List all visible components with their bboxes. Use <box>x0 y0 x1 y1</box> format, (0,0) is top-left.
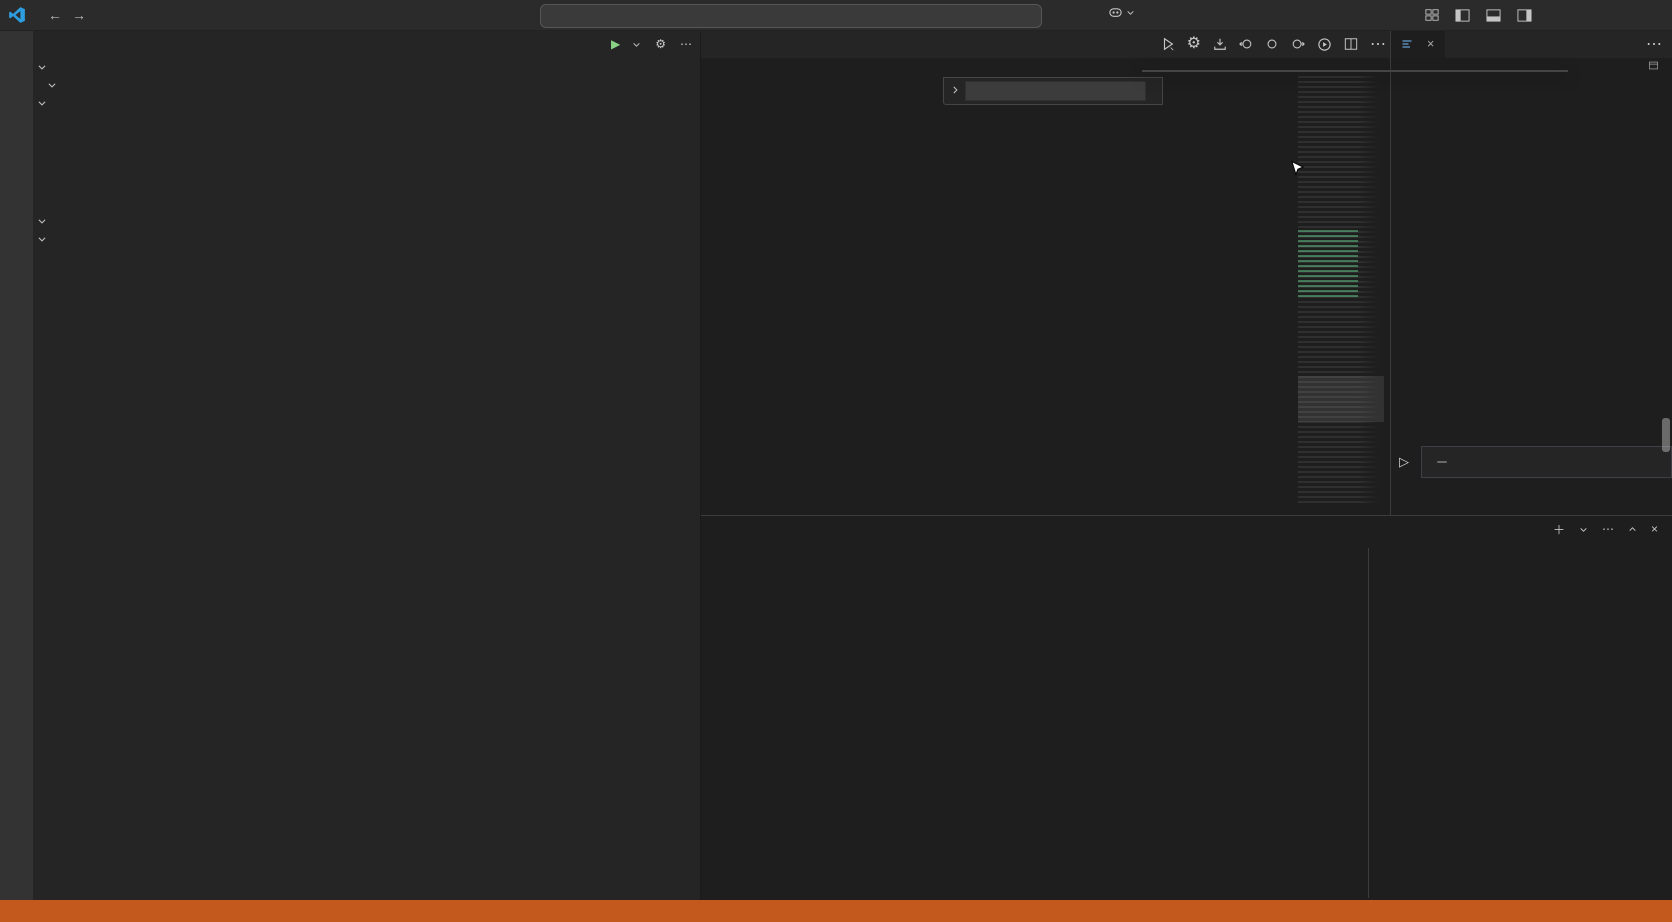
minimap-slider[interactable] <box>1298 376 1384 422</box>
terminal-sessions-list <box>1372 548 1672 898</box>
interactive-input[interactable]: ▷ <box>1395 445 1672 479</box>
split-editor-icon[interactable] <box>1344 37 1358 51</box>
more-actions-icon[interactable]: ⋯ <box>1646 30 1672 58</box>
more-actions-icon[interactable]: ⋯ <box>1602 522 1614 536</box>
find-input[interactable] <box>965 81 1146 101</box>
close-icon[interactable]: × <box>1427 37 1434 51</box>
install-icon[interactable] <box>1213 37 1227 51</box>
toggle-secondary-sidebar-icon[interactable] <box>1517 8 1532 23</box>
interactive-window-icon <box>1401 38 1413 50</box>
start-debug-icon[interactable]: ▶ <box>611 37 620 51</box>
watch-list <box>33 112 700 212</box>
breakpoints-section-header[interactable] <box>33 230 700 248</box>
customize-layout-icon[interactable] <box>1425 8 1439 22</box>
status-bar <box>0 900 1672 922</box>
locals-scope-header[interactable] <box>33 76 700 94</box>
terminal-output[interactable] <box>712 548 1360 898</box>
debug-hover-popup <box>1142 70 1568 72</box>
layout-controls <box>1425 0 1532 30</box>
toggle-panel-icon[interactable] <box>1486 8 1501 23</box>
window-icon <box>1648 60 1659 71</box>
watch-section-header[interactable] <box>33 94 700 112</box>
bottom-panel: ＋ ⋯ × <box>700 515 1672 900</box>
find-expand-icon[interactable] <box>950 82 960 100</box>
callstack-section-header[interactable] <box>33 212 700 230</box>
editor-group-interactive: × ⋯ ▷ <box>1391 30 1672 515</box>
minimap[interactable] <box>1298 76 1384 505</box>
tab-interactive[interactable]: × <box>1391 30 1445 58</box>
vscode-window: ← → ▶ <box>0 0 1672 922</box>
gear-icon[interactable]: ⚙ <box>1187 36 1201 52</box>
variables-section-header[interactable] <box>33 58 700 76</box>
chevron-down-icon <box>47 80 57 90</box>
debug-run-menu-icon[interactable] <box>1161 37 1175 51</box>
command-center[interactable] <box>540 4 1042 28</box>
code-editor[interactable] <box>700 76 1390 515</box>
toggle-sidebar-icon[interactable] <box>1455 8 1470 23</box>
copilot-icon <box>1108 5 1123 20</box>
chevron-down-icon <box>37 216 47 226</box>
nav-back-circle-icon[interactable] <box>1239 37 1253 51</box>
mouse-cursor <box>1288 160 1307 184</box>
history-nav: ← → <box>48 8 86 22</box>
debug-launch-picker[interactable]: ▶ ⚙ ⋯ <box>611 37 692 51</box>
copilot-menu[interactable] <box>1108 5 1135 20</box>
maximize-panel-icon[interactable] <box>1628 525 1637 534</box>
scrollbar[interactable] <box>1662 418 1670 452</box>
close-panel-icon[interactable]: × <box>1651 522 1658 536</box>
chevron-down-icon[interactable] <box>1579 525 1588 534</box>
enter-key-chip <box>1437 461 1447 463</box>
run-file-icon[interactable] <box>1317 37 1332 52</box>
title-bar: ← → <box>0 0 1672 31</box>
sidebar-header: ▶ ⚙ ⋯ <box>33 30 700 58</box>
circle-icon[interactable] <box>1265 37 1279 51</box>
nav-back-icon[interactable]: ← <box>48 8 62 22</box>
editor-group-main: ⚙ ⋯ <box>700 30 1391 515</box>
breadcrumb <box>700 58 1390 76</box>
more-actions-icon[interactable]: ⋯ <box>1370 34 1386 54</box>
chevron-down-icon <box>37 234 47 244</box>
terminal-splitter[interactable] <box>1368 548 1369 898</box>
editor-actions: ⚙ ⋯ <box>1161 30 1386 58</box>
chevron-down-icon <box>37 62 47 72</box>
nav-forward-icon[interactable]: → <box>72 8 86 22</box>
editor-area: ⚙ ⋯ <box>700 30 1672 515</box>
chevron-down-icon <box>37 98 47 108</box>
more-actions-icon[interactable]: ⋯ <box>680 37 692 51</box>
nav-forward-circle-icon[interactable] <box>1291 37 1305 51</box>
gear-icon[interactable]: ⚙ <box>655 38 666 50</box>
run-cell-icon[interactable]: ▷ <box>1395 454 1413 470</box>
vscode-logo-icon <box>8 6 26 24</box>
activity-bar <box>0 30 33 900</box>
run-and-debug-sidebar: ▶ ⚙ ⋯ <box>33 30 701 900</box>
panel-actions: ＋ ⋯ × <box>1553 516 1658 542</box>
new-terminal-icon[interactable]: ＋ <box>1553 521 1565 538</box>
window-controls <box>1560 0 1620 30</box>
interactive-tabs: × ⋯ <box>1391 30 1672 58</box>
kernel-indicator[interactable] <box>1648 60 1664 71</box>
find-widget <box>943 77 1163 105</box>
chevron-down-icon <box>1126 8 1135 17</box>
chevron-down-icon <box>632 40 641 49</box>
